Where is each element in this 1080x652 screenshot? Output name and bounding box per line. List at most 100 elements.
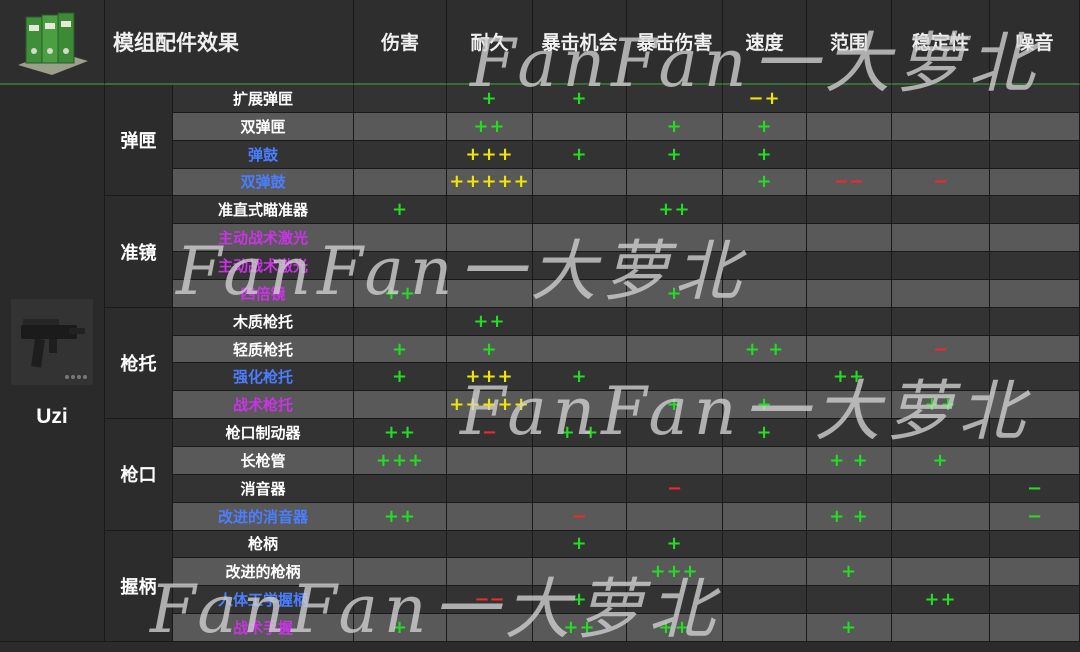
effect-cell xyxy=(723,614,807,642)
effect-cell xyxy=(627,307,723,336)
effect-cell: − xyxy=(892,168,990,197)
column-header: 伤害 xyxy=(354,0,447,85)
effect-cell xyxy=(807,586,892,615)
effect-cell xyxy=(627,168,723,197)
effect-cell xyxy=(807,196,892,225)
effect-cell: + xyxy=(354,363,447,392)
effect-cell xyxy=(990,307,1080,336)
group-label: 弹匣 xyxy=(105,85,173,197)
effect-cell: − xyxy=(447,419,533,447)
effect-cell xyxy=(533,307,627,336)
effect-cell xyxy=(990,363,1080,392)
group-label: 准镜 xyxy=(105,196,173,308)
effect-cell: + + xyxy=(807,446,892,475)
effect-cell xyxy=(990,419,1080,447)
effect-cell xyxy=(723,224,807,253)
effect-cell xyxy=(892,140,990,169)
attachment-name: 扩展弹匣 xyxy=(173,85,354,113)
effect-cell: ++ xyxy=(533,614,627,642)
group-label: 枪托 xyxy=(105,307,173,420)
effect-cell xyxy=(892,112,990,141)
attachment-name: 消音器 xyxy=(173,474,354,503)
effect-cell: +++ xyxy=(447,140,533,169)
effect-cell: + + xyxy=(533,419,627,447)
effect-cell xyxy=(892,419,990,447)
weapon-cell: Uzi xyxy=(0,85,105,642)
effect-cell xyxy=(990,586,1080,615)
effect-cell xyxy=(354,112,447,141)
attachment-name: 双弹匣 xyxy=(173,112,354,141)
effect-cell: + xyxy=(627,112,723,141)
effect-cell: + xyxy=(892,446,990,475)
effect-cell: ++ xyxy=(627,614,723,642)
effect-cell xyxy=(447,446,533,475)
effect-cell xyxy=(354,391,447,420)
attachment-name: 人体工学握柄 xyxy=(173,586,354,615)
effect-cell xyxy=(892,614,990,642)
effect-cell xyxy=(807,335,892,364)
effect-cell xyxy=(990,112,1080,141)
effect-cell: +++++ xyxy=(447,391,533,420)
effect-cell: ++ xyxy=(447,112,533,141)
effect-cell xyxy=(723,586,807,615)
effect-cell xyxy=(807,391,892,420)
effect-cell xyxy=(892,530,990,559)
effect-cell: + xyxy=(354,196,447,225)
effect-cell: − xyxy=(892,335,990,364)
attachment-name: 改进的枪柄 xyxy=(173,558,354,587)
effect-cell xyxy=(627,252,723,280)
effect-cell: + xyxy=(447,335,533,364)
binder-logo-icon xyxy=(0,0,105,85)
effect-cell xyxy=(892,252,990,280)
effect-cell: + xyxy=(627,391,723,420)
effect-cell xyxy=(723,363,807,392)
effect-cell xyxy=(447,558,533,587)
effect-cell xyxy=(723,530,807,559)
effect-cell: +++ xyxy=(354,446,447,475)
effect-cell xyxy=(723,279,807,308)
effect-cell xyxy=(723,307,807,336)
effect-cell xyxy=(807,224,892,253)
effect-cell xyxy=(807,279,892,308)
column-header: 范围 xyxy=(807,0,892,85)
effect-cell: −− xyxy=(807,168,892,197)
effect-cell xyxy=(892,363,990,392)
effect-cell xyxy=(990,614,1080,642)
effect-cell xyxy=(723,502,807,531)
effect-cell xyxy=(627,502,723,531)
effect-cell xyxy=(533,446,627,475)
effect-cell: +++++ xyxy=(447,168,533,197)
effect-cell xyxy=(627,419,723,447)
effect-cell xyxy=(354,140,447,169)
effect-cell: ++ xyxy=(892,586,990,615)
effect-cell xyxy=(892,196,990,225)
effect-cell xyxy=(990,335,1080,364)
effect-cell: −− xyxy=(447,586,533,615)
effect-cell: + xyxy=(723,140,807,169)
attachment-name: 双弹鼓 xyxy=(173,168,354,197)
effect-cell xyxy=(990,558,1080,587)
effect-cell xyxy=(447,530,533,559)
column-header: 暴击机会 xyxy=(533,0,627,85)
effect-cell xyxy=(990,140,1080,169)
effect-cell xyxy=(807,85,892,113)
effect-cell xyxy=(354,252,447,280)
group-label: 握柄 xyxy=(105,530,173,642)
effect-cell: −+ xyxy=(723,85,807,113)
weapon-name: Uzi xyxy=(36,404,68,428)
effect-cell xyxy=(723,558,807,587)
effect-cell xyxy=(354,85,447,113)
effect-cell xyxy=(807,252,892,280)
effect-cell: + xyxy=(354,335,447,364)
effect-cell xyxy=(807,530,892,559)
effect-cell xyxy=(533,196,627,225)
effect-cell: + xyxy=(447,85,533,113)
effect-cell xyxy=(447,196,533,225)
effect-cell xyxy=(447,252,533,280)
effect-cell: ++ xyxy=(447,307,533,336)
effect-cell xyxy=(627,335,723,364)
attachment-name: 主动战术激光 xyxy=(173,252,354,280)
effect-cell: − xyxy=(990,502,1080,531)
effect-cell xyxy=(892,307,990,336)
effect-cell xyxy=(447,614,533,642)
